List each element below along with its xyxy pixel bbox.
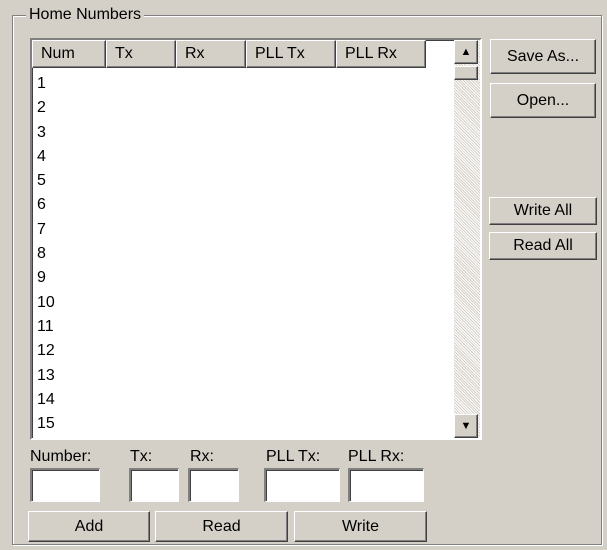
list-row[interactable]: 14 <box>35 388 445 412</box>
list-row[interactable]: 10 <box>35 291 445 315</box>
home-numbers-list[interactable]: Num Tx Rx PLL Tx PLL Rx 1 2 3 4 5 6 7 8 … <box>30 38 482 440</box>
column-header-pll-tx[interactable]: PLL Tx <box>246 40 336 68</box>
list-row[interactable]: 4 <box>35 145 445 169</box>
scroll-up-arrow-icon: ▲ <box>460 46 472 58</box>
pll-rx-label: PLL Rx: <box>348 448 405 465</box>
list-row[interactable]: 12 <box>35 339 445 363</box>
list-row[interactable]: 9 <box>35 266 445 290</box>
list-row[interactable]: 8 <box>35 242 445 266</box>
list-row[interactable]: 11 <box>35 315 445 339</box>
tx-field[interactable] <box>129 468 179 502</box>
list-row[interactable]: 2 <box>35 96 445 120</box>
pll-tx-field[interactable] <box>264 468 340 502</box>
list-header: Num Tx Rx PLL Tx PLL Rx <box>32 40 452 68</box>
list-rows: 1 2 3 4 5 6 7 8 9 10 11 12 13 14 15 <box>35 72 445 436</box>
pll-rx-field[interactable] <box>348 468 424 502</box>
rx-label: Rx: <box>190 448 214 465</box>
scroll-down-arrow-icon: ▼ <box>460 420 472 432</box>
number-field[interactable] <box>30 468 100 502</box>
group-title: Home Numbers <box>26 6 145 24</box>
scroll-down-button[interactable]: ▼ <box>454 414 478 438</box>
column-header-num[interactable]: Num <box>32 40 106 68</box>
number-label: Number: <box>30 448 92 465</box>
read-button[interactable]: Read <box>155 511 288 542</box>
scrollbar-thumb[interactable] <box>454 66 478 80</box>
list-row[interactable]: 1 <box>35 72 445 96</box>
write-all-button[interactable]: Write All <box>489 197 597 225</box>
tx-label: Tx: <box>130 448 153 465</box>
list-row[interactable]: 6 <box>35 193 445 217</box>
list-row[interactable]: 3 <box>35 121 445 145</box>
list-row[interactable]: 15 <box>35 412 445 436</box>
write-button[interactable]: Write <box>294 511 427 542</box>
read-all-button[interactable]: Read All <box>489 232 597 260</box>
pll-tx-label: PLL Tx: <box>266 448 321 465</box>
vertical-scrollbar[interactable]: ▲ ▼ <box>454 40 480 438</box>
save-as-button[interactable]: Save As... <box>490 39 596 74</box>
open-button[interactable]: Open... <box>490 83 596 118</box>
column-header-tx[interactable]: Tx <box>106 40 176 68</box>
scroll-up-button[interactable]: ▲ <box>454 40 478 64</box>
list-row[interactable]: 7 <box>35 218 445 242</box>
list-row[interactable]: 13 <box>35 364 445 388</box>
add-button[interactable]: Add <box>28 511 150 542</box>
rx-field[interactable] <box>188 468 239 502</box>
column-header-pll-rx[interactable]: PLL Rx <box>336 40 426 68</box>
list-row[interactable]: 5 <box>35 169 445 193</box>
column-header-rx[interactable]: Rx <box>176 40 246 68</box>
